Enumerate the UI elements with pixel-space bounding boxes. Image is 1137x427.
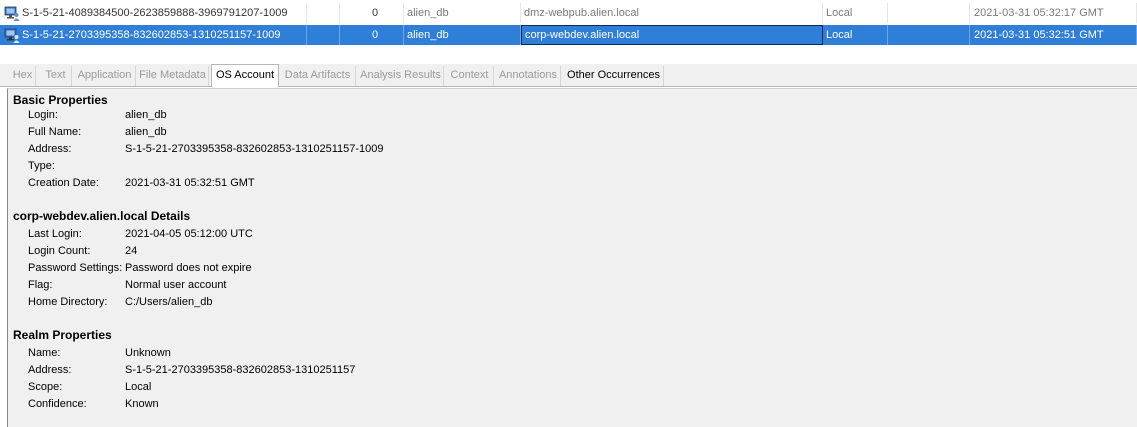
user-account-icon xyxy=(4,28,20,43)
sid-cell[interactable]: S-1-5-21-4089384500-2623859888-396979120… xyxy=(0,3,307,23)
results-table: S-1-5-21-4089384500-2623859888-396979120… xyxy=(0,0,1137,47)
host-cell[interactable]: dmz-webpub.alien.local xyxy=(521,3,823,23)
field-value: alien_db xyxy=(125,109,167,121)
user-cell[interactable]: alien_db xyxy=(404,25,521,45)
field-value: 24 xyxy=(125,245,138,257)
field-value: S-1-5-21-2703395358-832602853-1310251157… xyxy=(125,143,384,155)
field-value: S-1-5-21-2703395358-832602853-1310251157 xyxy=(125,364,356,376)
blank-cell[interactable] xyxy=(307,25,340,45)
tab-file-metadata[interactable]: File Metadata xyxy=(137,66,209,86)
field-value: 2021-04-05 05:12:00 UTC xyxy=(125,228,253,240)
field-label: Login: xyxy=(28,109,58,121)
field-label: Address: xyxy=(28,364,72,376)
count-cell[interactable]: 0 xyxy=(340,25,404,45)
field-label: Address: xyxy=(28,143,72,155)
user-account-icon xyxy=(4,6,20,21)
field-value: alien_db xyxy=(125,126,167,138)
date-cell[interactable]: 2021-03-31 05:32:17 GMT xyxy=(970,3,1137,23)
tab-text[interactable]: Text xyxy=(40,66,72,86)
field-label: Full Name: xyxy=(28,126,82,138)
field-label: Home Directory: xyxy=(28,296,108,308)
tab-other-occurrences[interactable]: Other Occurrences xyxy=(564,66,664,86)
field-label: Creation Date: xyxy=(28,177,99,189)
field-label: Confidence: xyxy=(28,398,87,410)
field-label: Scope: xyxy=(28,381,63,393)
table-row-selected[interactable]: S-1-5-21-2703395358-832602853-1310251157… xyxy=(0,25,1137,45)
field-label: Name: xyxy=(28,347,61,359)
tab-hex[interactable]: Hex xyxy=(10,66,36,86)
field-value: 2021-03-31 05:32:51 GMT xyxy=(125,177,255,189)
tab-os-account[interactable]: OS Account xyxy=(211,64,279,87)
host-cell-focused[interactable]: corp-webdev.alien.local xyxy=(521,25,823,45)
field-value: Local xyxy=(125,381,152,393)
field-label: Flag: xyxy=(28,279,53,291)
basic-properties-title: Basic Properties xyxy=(13,93,108,107)
blank-cell[interactable] xyxy=(888,25,970,45)
sid-cell[interactable]: S-1-5-21-2703395358-832602853-1310251157… xyxy=(0,25,307,45)
field-value: Password does not expire xyxy=(125,262,252,274)
scope-cell[interactable]: Local xyxy=(823,3,888,23)
blank-cell[interactable] xyxy=(888,3,970,23)
tab-analysis-results[interactable]: Analysis Results xyxy=(358,66,444,86)
field-value: C:/Users/alien_db xyxy=(125,296,213,308)
tab-application[interactable]: Application xyxy=(74,66,136,86)
field-value: Unknown xyxy=(125,347,171,359)
date-cell[interactable]: 2021-03-31 05:32:51 GMT xyxy=(970,25,1137,45)
host-details-title: corp-webdev.alien.local Details xyxy=(13,209,191,223)
tab-data-artifacts[interactable]: Data Artifacts xyxy=(280,66,356,86)
field-label: Type: xyxy=(28,160,55,172)
tab-annotations[interactable]: Annotations xyxy=(496,66,561,86)
tab-context[interactable]: Context xyxy=(446,66,494,86)
field-value: Known xyxy=(125,398,159,410)
table-row[interactable]: S-1-5-21-4089384500-2623859888-396979120… xyxy=(0,3,1137,23)
field-label: Login Count: xyxy=(28,245,91,257)
field-label: Password Settings: xyxy=(28,262,123,274)
sid-text: S-1-5-21-4089384500-2623859888-396979120… xyxy=(22,7,288,19)
count-cell[interactable]: 0 xyxy=(340,3,404,23)
field-label: Last Login: xyxy=(28,228,82,240)
user-cell[interactable]: alien_db xyxy=(404,3,521,23)
sid-text: S-1-5-21-2703395358-832602853-1310251157… xyxy=(22,29,281,41)
os-account-panel: Basic Properties Login: alien_db Full Na… xyxy=(7,88,1137,427)
scope-cell[interactable]: Local xyxy=(823,25,888,45)
field-value: Normal user account xyxy=(125,279,227,291)
viewer-tab-bar: Hex Text Application File Metadata OS Ac… xyxy=(0,64,1137,87)
realm-properties-title: Realm Properties xyxy=(13,328,112,342)
blank-cell[interactable] xyxy=(307,3,340,23)
